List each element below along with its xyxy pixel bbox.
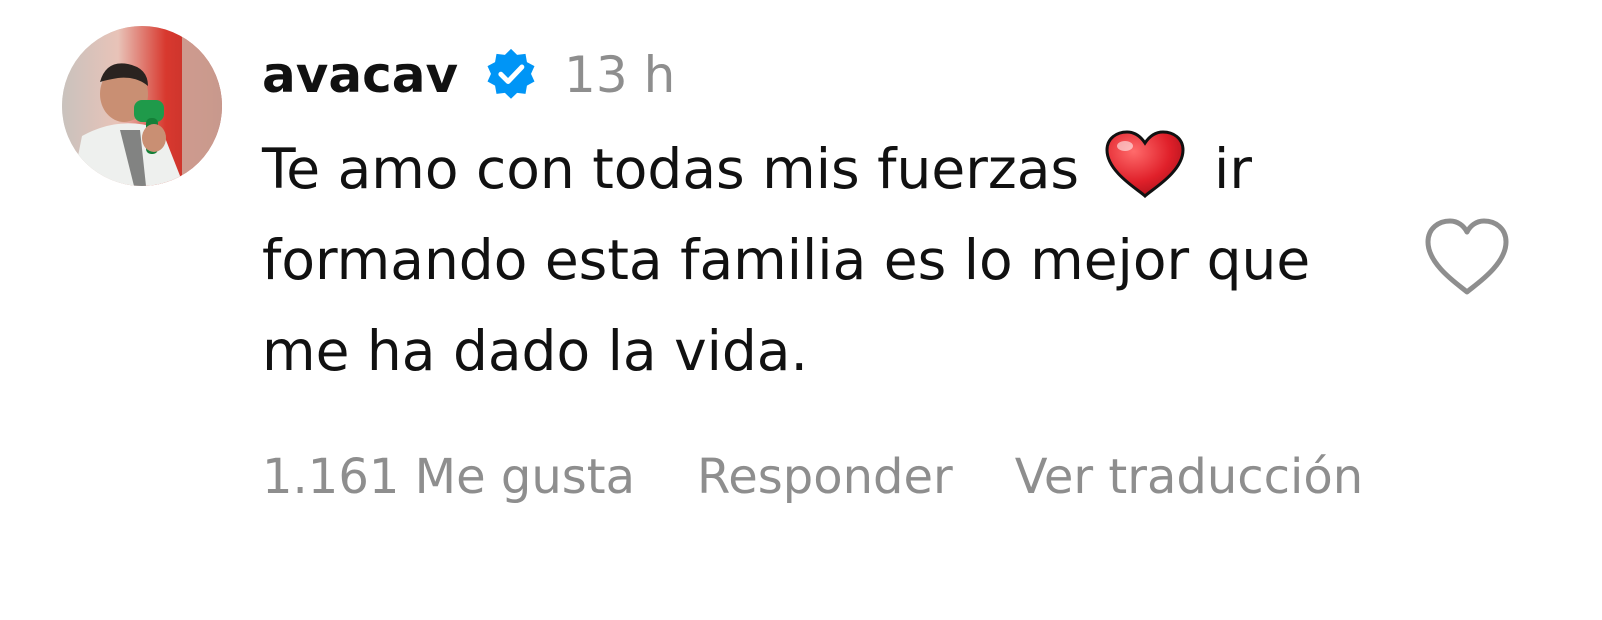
comment-text: Te amo con todas mis fuerzas ir formando…	[262, 124, 1382, 397]
likes-count-link[interactable]: 1.161 Me gusta	[262, 449, 635, 505]
red-heart-emoji-icon	[1103, 130, 1187, 200]
reply-button[interactable]: Responder	[697, 449, 953, 505]
verified-badge-icon	[482, 46, 540, 104]
see-translation-button[interactable]: Ver traducción	[1015, 449, 1363, 505]
avatar-photo	[62, 26, 222, 186]
comment: avacav 13 h Te amo con todas mis fuerzas…	[0, 0, 1602, 620]
comment-header: avacav 13 h	[262, 40, 675, 110]
comment-text-part1: Te amo con todas mis fuerzas	[262, 137, 1097, 201]
comment-actions: 1.161 Me gusta Responder Ver traducción	[262, 442, 1363, 512]
avatar[interactable]	[62, 26, 222, 186]
heart-outline-icon	[1425, 218, 1509, 295]
timestamp[interactable]: 13 h	[564, 46, 675, 104]
username[interactable]: avacav	[262, 46, 458, 104]
like-button[interactable]	[1422, 216, 1512, 300]
